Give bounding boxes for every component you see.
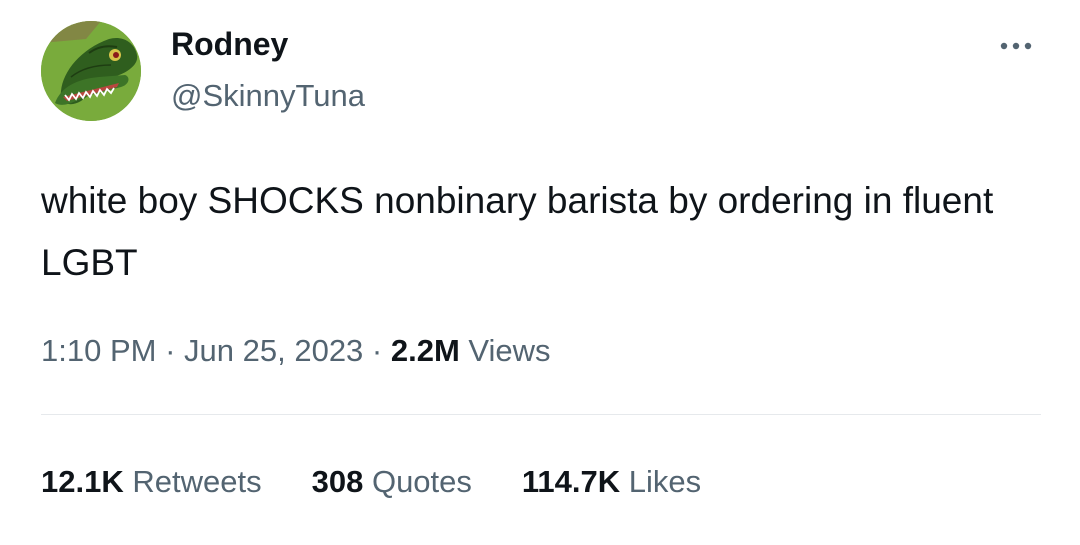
likes-count: 114.7K: [521, 464, 621, 499]
quotes-label: Quotes: [371, 464, 472, 499]
meta-separator: ·: [371, 333, 383, 368]
retweets-count: 12.1K: [41, 464, 124, 499]
tweet-card: Rodney @SkinnyTuna white boy SHOCKS nonb…: [0, 0, 1080, 545]
divider: [41, 414, 1041, 415]
avatar[interactable]: [41, 21, 141, 121]
lizard-avatar-icon: [41, 21, 141, 121]
tweet-meta: 1:10 PM · Jun 25, 2023 · 2.2M Views: [41, 330, 551, 372]
meta-separator: ·: [165, 333, 176, 368]
author-name[interactable]: Rodney: [171, 24, 288, 64]
author-handle[interactable]: @SkinnyTuna: [171, 76, 365, 116]
retweets-stat[interactable]: 12.1K Retweets: [41, 461, 262, 503]
engagement-stats: 12.1K Retweets 308 Quotes 114.7K Likes: [41, 461, 701, 503]
quotes-count: 308: [311, 464, 364, 499]
tweet-text: white boy SHOCKS nonbinary barista by or…: [41, 180, 994, 283]
quotes-stat[interactable]: 308 Quotes: [312, 461, 472, 503]
tweet-time[interactable]: 1:10 PM: [41, 333, 156, 368]
views-count: 2.2M: [390, 333, 460, 368]
more-horizontal-icon: [1000, 42, 1032, 50]
views-label: Views: [468, 333, 551, 368]
retweets-label: Retweets: [132, 464, 262, 499]
more-options-button[interactable]: [996, 36, 1036, 56]
likes-stat[interactable]: 114.7K Likes: [522, 461, 701, 503]
likes-label: Likes: [628, 464, 702, 499]
tweet-date[interactable]: Jun 25, 2023: [184, 333, 363, 368]
